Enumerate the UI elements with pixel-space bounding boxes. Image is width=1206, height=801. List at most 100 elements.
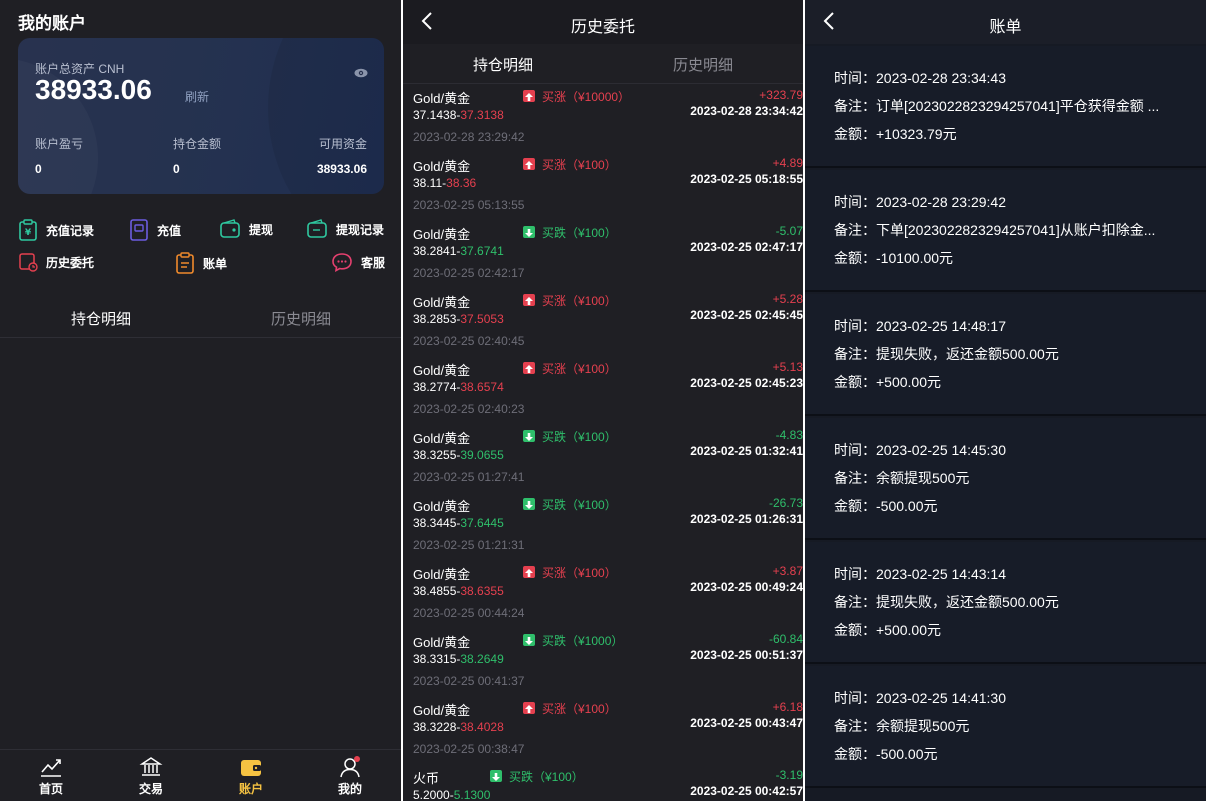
record-row[interactable]: Gold/黄金 买涨（¥100） 38.4855-38.6355 2023-02-25… bbox=[403, 564, 803, 632]
open-price: 38.2853- bbox=[413, 312, 461, 326]
record-price: 38.11-38.36 bbox=[413, 176, 476, 190]
stat-profit: 账户盈亏 0 bbox=[35, 135, 83, 176]
action-label: 充值记录 bbox=[46, 223, 95, 238]
bill-entry[interactable]: 时间：2023-02-25 14:48:17 备注：提现失败，返还金额500.00… bbox=[805, 294, 1206, 416]
stat-value: 38933.06 bbox=[316, 162, 367, 176]
record-close-time: 2023-02-28 23:34:42 bbox=[690, 104, 803, 118]
close-price: 37.5053 bbox=[460, 312, 504, 326]
record-close-time: 2023-02-25 00:43:47 bbox=[690, 716, 803, 730]
nav-account[interactable]: 账户 bbox=[221, 756, 281, 797]
record-profit: +4.89 bbox=[772, 156, 803, 170]
open-price: 38.3228- bbox=[413, 720, 461, 734]
bill-entry[interactable]: 时间：2023-02-28 23:29:42 备注：下单[202302282329… bbox=[805, 170, 1206, 292]
header: 账单 bbox=[805, 0, 1206, 44]
bill-entry[interactable]: 时间：2023-02-25 14:45:30 备注：余额提现500元 金额：-500… bbox=[805, 418, 1206, 540]
arrow-up-icon bbox=[523, 90, 535, 102]
page-title: 我的账户 bbox=[18, 14, 86, 33]
action-deposit[interactable]: 充值 bbox=[129, 219, 181, 241]
bill-amount: 金额：+500.00元 bbox=[834, 622, 941, 638]
record-profit: +5.13 bbox=[772, 360, 803, 374]
record-time: 2023-02-25 05:13:55 bbox=[413, 198, 525, 212]
record-close-time: 2023-02-25 02:45:23 bbox=[690, 376, 803, 390]
refresh-button[interactable]: 刷新 bbox=[185, 88, 209, 105]
bill-icon bbox=[176, 252, 194, 274]
stat-value: 0 bbox=[35, 162, 42, 176]
action-history-order[interactable]: 历史委托 bbox=[18, 252, 94, 272]
bill-entry[interactable]: 时间：2023-02-25 14:43:14 备注：提现失败，返还金额500.00… bbox=[805, 542, 1206, 664]
stat-value: 0 bbox=[173, 162, 180, 176]
record-close-time: 2023-02-25 00:42:57 bbox=[690, 784, 803, 798]
record-row[interactable]: 火币 买跌（¥100） 5.2000-5.1300 -3.19 2023-02-25 0… bbox=[403, 768, 803, 801]
record-name: Gold/黄金 bbox=[413, 91, 471, 106]
open-price: 38.4855- bbox=[413, 584, 461, 598]
action-customer-service[interactable]: 客服 bbox=[331, 252, 385, 272]
tab-position[interactable]: 持仓明细 bbox=[71, 308, 131, 329]
nav-home[interactable]: 首页 bbox=[21, 756, 81, 797]
record-time: 2023-02-25 02:40:45 bbox=[413, 334, 525, 348]
record-row[interactable]: Gold/黄金 买涨（¥10000） 37.1438-37.3138 2023-02-… bbox=[403, 88, 803, 156]
stat-position: 持仓金额 0 bbox=[173, 135, 221, 176]
record-row[interactable]: Gold/黄金 买跌（¥100） 38.3255-39.0655 2023-02-25… bbox=[403, 428, 803, 496]
record-direction: 买跌（¥100） bbox=[542, 430, 617, 444]
record-profit: +3.87 bbox=[772, 564, 803, 578]
record-time: 2023-02-25 00:44:24 bbox=[413, 606, 525, 620]
stat-label: 可用资金 bbox=[318, 137, 367, 151]
action-withdraw[interactable]: 提现 bbox=[219, 219, 273, 239]
record-price: 37.1438-37.3138 bbox=[413, 108, 504, 122]
action-withdraw-record[interactable]: 提现记录 bbox=[306, 219, 384, 239]
record-row[interactable]: Gold/黄金 买涨（¥100） 38.11-38.36 2023-02-25 05:… bbox=[403, 156, 803, 224]
nav-mine[interactable]: 我的 bbox=[320, 756, 380, 797]
record-name: Gold/黄金 bbox=[413, 635, 471, 650]
record-name: Gold/黄金 bbox=[413, 431, 471, 446]
record-profit: -4.83 bbox=[775, 428, 803, 442]
action-label: 历史委托 bbox=[46, 255, 95, 270]
record-name: Gold/黄金 bbox=[413, 227, 471, 242]
open-price: 37.1438- bbox=[413, 108, 461, 122]
record-price: 38.4855-38.6355 bbox=[413, 584, 504, 598]
arrow-down-icon bbox=[523, 498, 535, 510]
bill-amount: 金额：+10323.79元 bbox=[834, 126, 957, 142]
stat-available: 可用资金 38933.06 bbox=[317, 135, 367, 176]
bill-amount: 金额：+500.00元 bbox=[834, 374, 941, 390]
total-asset-value: 38933.06 bbox=[35, 74, 152, 105]
record-row[interactable]: Gold/黄金 买涨（¥100） 38.3228-38.4028 2023-02-25… bbox=[403, 700, 803, 768]
arrow-up-icon bbox=[523, 702, 535, 714]
record-price: 38.2774-38.6574 bbox=[413, 380, 504, 394]
record-price: 38.2853-37.5053 bbox=[413, 312, 504, 326]
action-label: 账单 bbox=[203, 256, 228, 271]
record-price: 38.3228-38.4028 bbox=[413, 720, 504, 734]
bill-note: 备注：下单[2023022823294257041]从账户扣除金... bbox=[834, 222, 1156, 238]
eye-icon[interactable] bbox=[354, 65, 368, 83]
customer-service-icon bbox=[332, 253, 352, 272]
tab-history[interactable]: 历史明细 bbox=[673, 54, 733, 75]
record-time: 2023-02-28 23:29:42 bbox=[413, 130, 525, 144]
bill-time: 时间：2023-02-25 14:43:14 bbox=[834, 566, 1006, 582]
record-direction: 买涨（¥100） bbox=[542, 362, 617, 376]
bill-entry[interactable]: 时间：2023-02-25 14:41:30 备注：余额提现500元 金额：-500… bbox=[805, 666, 1206, 788]
bill-entry[interactable]: 时间：2023-02-28 23:34:43 备注：订单[202302282329… bbox=[805, 46, 1206, 168]
record-name: Gold/黄金 bbox=[413, 295, 471, 310]
record-row[interactable]: Gold/黄金 买跌（¥100） 38.3445-37.6445 2023-02-25… bbox=[403, 496, 803, 564]
action-deposit-record[interactable]: ¥ 充值记录 bbox=[18, 219, 94, 241]
action-bill[interactable]: 账单 bbox=[175, 252, 227, 274]
close-price: 37.6445 bbox=[460, 516, 504, 530]
close-price: 38.6574 bbox=[460, 380, 504, 394]
bank-icon bbox=[139, 757, 163, 776]
withdraw-record-icon bbox=[307, 219, 327, 238]
record-direction: 买涨（¥100） bbox=[542, 566, 617, 580]
record-close-time: 2023-02-25 00:51:37 bbox=[690, 648, 803, 662]
record-close-time: 2023-02-25 05:18:55 bbox=[690, 172, 803, 186]
bill-time: 时间：2023-02-28 23:34:43 bbox=[834, 70, 1006, 86]
record-time: 2023-02-25 01:21:31 bbox=[413, 538, 525, 552]
record-row[interactable]: Gold/黄金 买跌（¥100） 38.2841-37.6741 2023-02-25… bbox=[403, 224, 803, 292]
tab-history[interactable]: 历史明细 bbox=[271, 308, 331, 329]
arrow-down-icon bbox=[523, 430, 535, 442]
record-profit: -26.73 bbox=[768, 496, 803, 510]
tab-position[interactable]: 持仓明细 bbox=[473, 54, 533, 75]
record-direction: 买涨（¥100） bbox=[542, 294, 617, 308]
open-price: 38.3445- bbox=[413, 516, 461, 530]
record-row[interactable]: Gold/黄金 买涨（¥100） 38.2853-37.5053 2023-02-25… bbox=[403, 292, 803, 360]
nav-trade[interactable]: 交易 bbox=[121, 756, 181, 797]
record-row[interactable]: Gold/黄金 买跌（¥1000） 38.3315-38.2649 2023-02-2… bbox=[403, 632, 803, 700]
record-row[interactable]: Gold/黄金 买涨（¥100） 38.2774-38.6574 2023-02-25… bbox=[403, 360, 803, 428]
